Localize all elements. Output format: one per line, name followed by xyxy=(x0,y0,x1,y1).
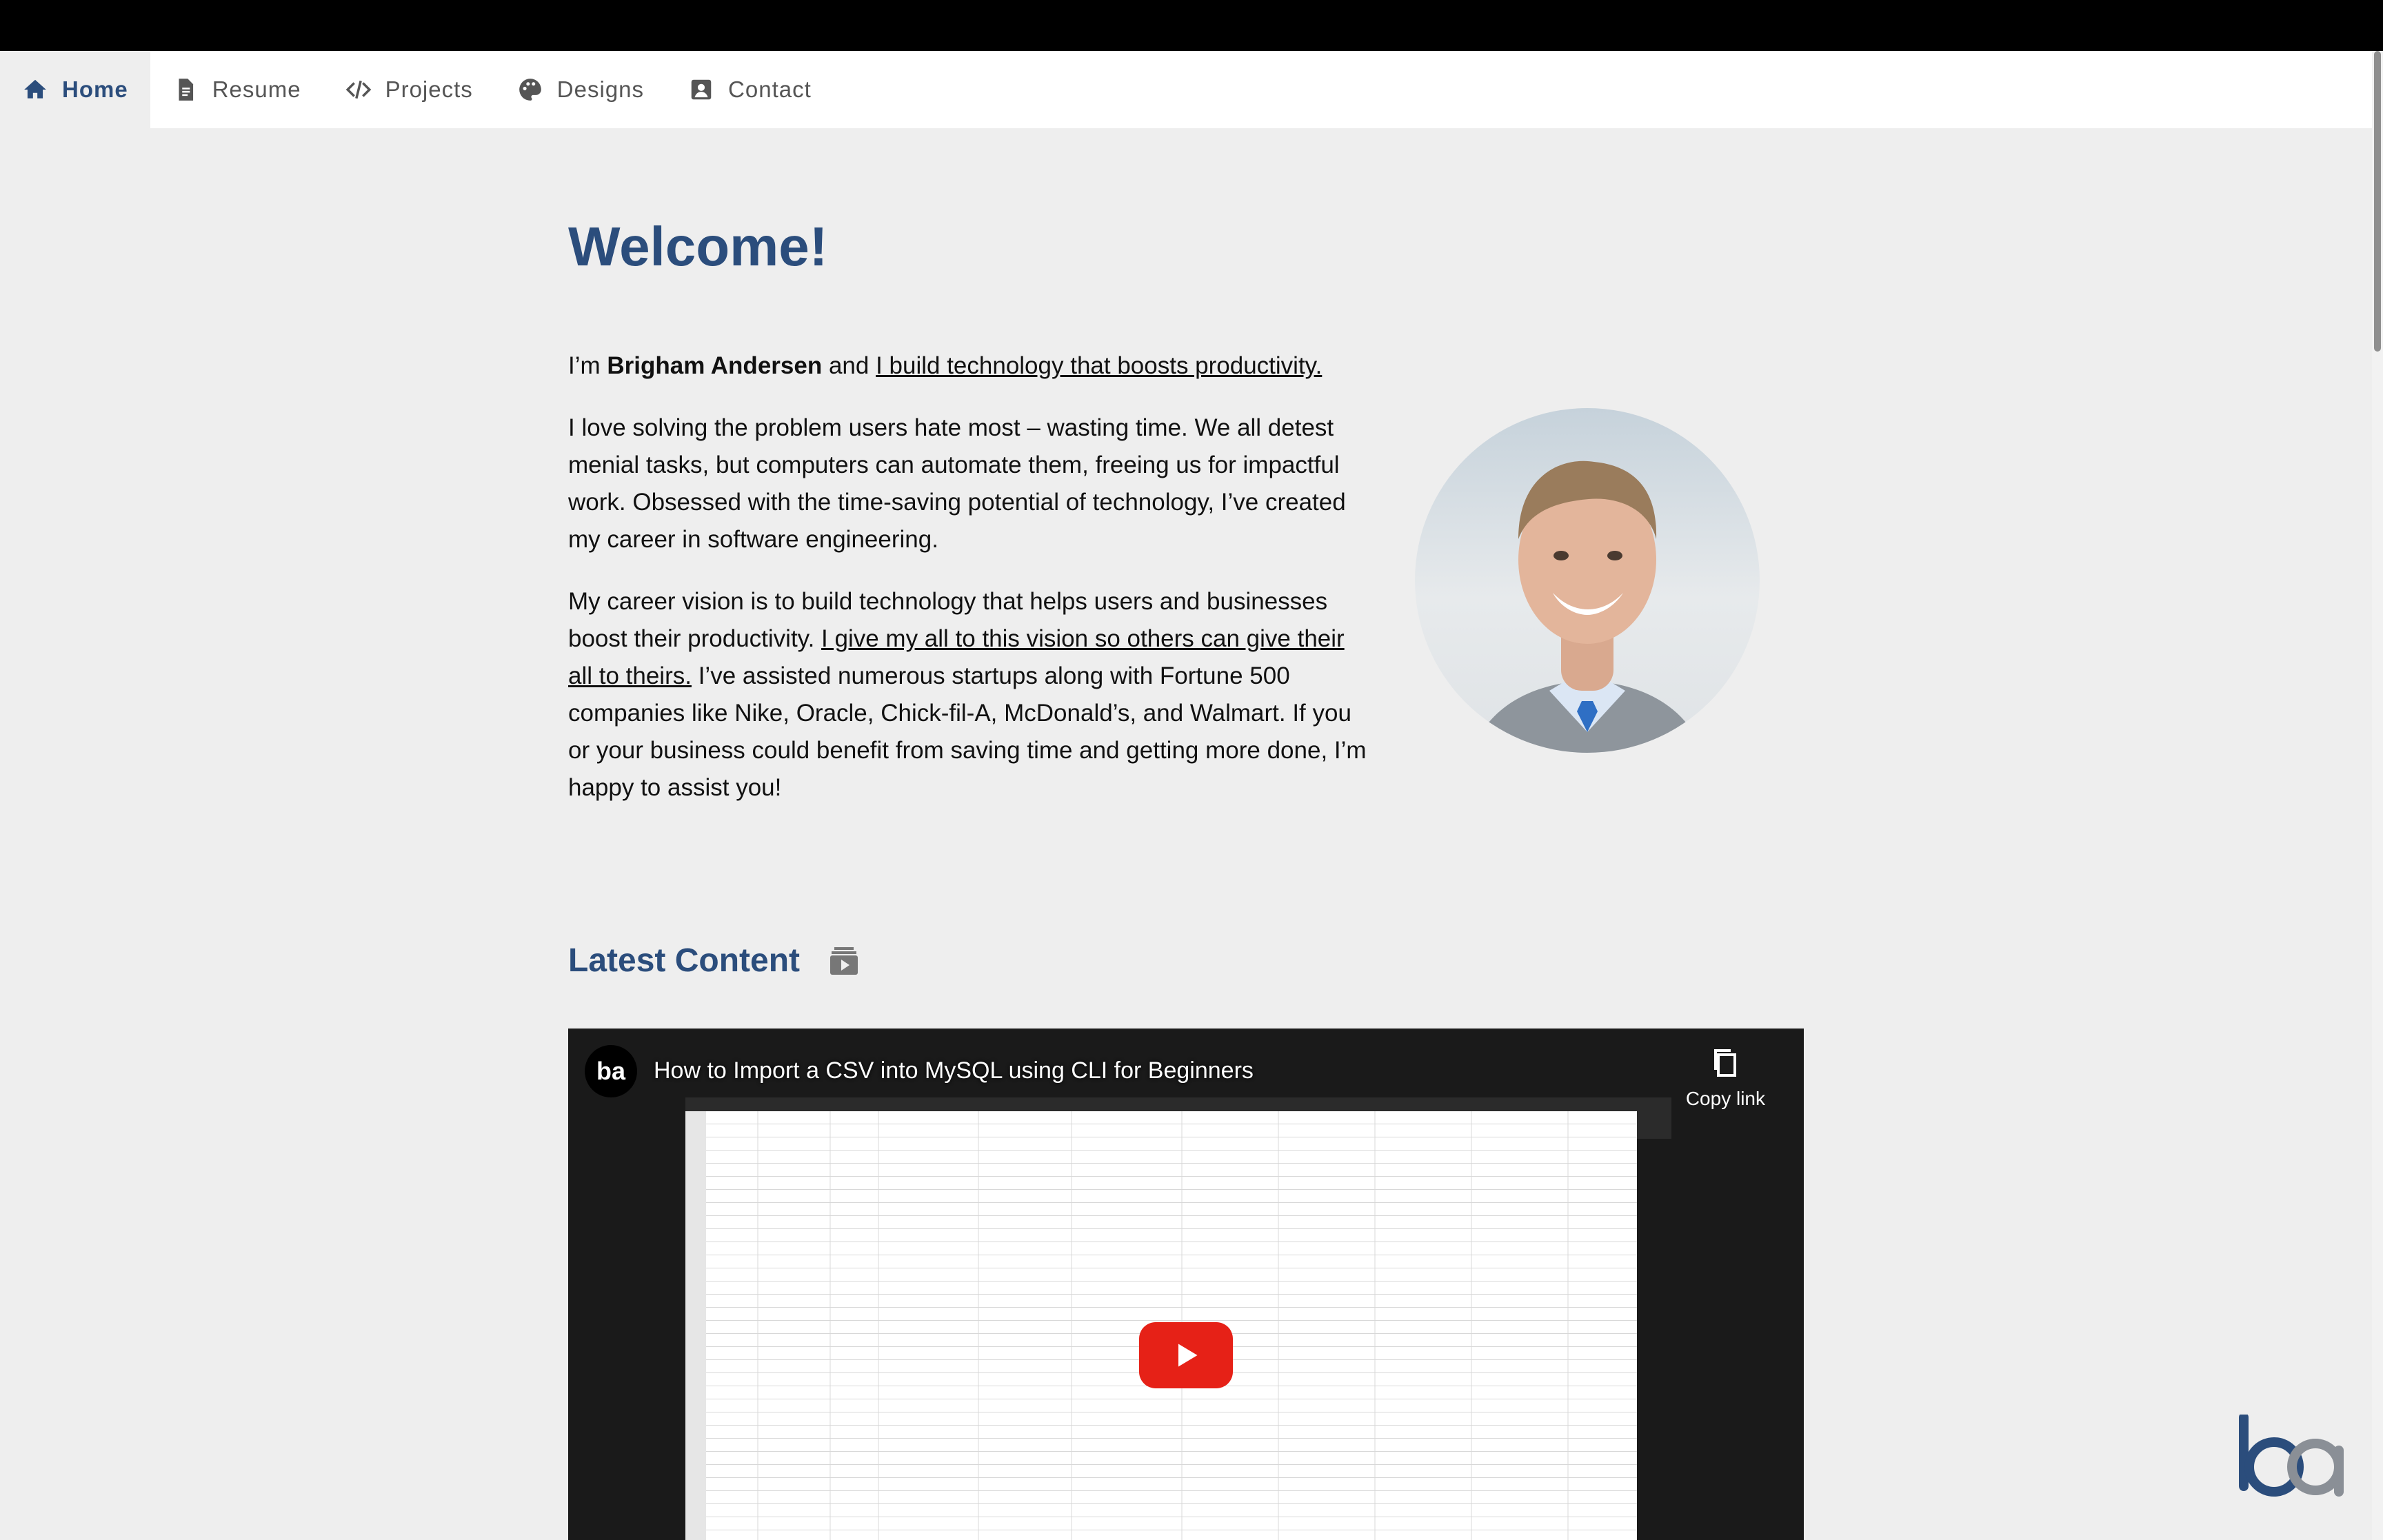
video-stack-icon[interactable] xyxy=(827,944,861,977)
main-navigation: Home Resume Projects Designs Contact xyxy=(0,51,2372,128)
latest-content-header: Latest Content xyxy=(568,942,861,980)
browser-top-bar xyxy=(0,0,2383,51)
contact-card-icon xyxy=(691,79,712,100)
nav-item-projects[interactable]: Projects xyxy=(323,51,495,128)
intro-paragraph-1: I love solving the problem users hate mo… xyxy=(568,414,1346,553)
code-icon xyxy=(345,80,371,99)
intro-paragraph-2: My career vision is to build technology … xyxy=(568,583,1375,807)
video-embed[interactable]: ba How to Import a CSV into MySQL using … xyxy=(568,1029,1804,1540)
author-name: Brigham Andersen xyxy=(607,352,823,379)
latest-content-title: Latest Content xyxy=(568,942,800,979)
page-title: Welcome! xyxy=(568,216,828,277)
nav-item-label: Contact xyxy=(728,77,812,102)
profile-photo xyxy=(1415,408,1760,753)
intro-and: and xyxy=(822,352,876,379)
video-title[interactable]: How to Import a CSV into MySQL using CLI… xyxy=(654,1057,1254,1084)
intro-line: I’m Brigham Andersen and I build technol… xyxy=(568,347,1375,385)
intro-text: I’m Brigham Andersen and I build technol… xyxy=(568,347,1375,831)
palette-icon xyxy=(519,79,541,101)
nav-item-home[interactable]: Home xyxy=(0,51,150,128)
channel-logo[interactable]: ba xyxy=(585,1045,637,1097)
channel-logo-text: ba xyxy=(596,1057,625,1085)
play-button[interactable] xyxy=(1139,1322,1233,1388)
copy-icon xyxy=(1714,1049,1737,1077)
scrollbar-thumb[interactable] xyxy=(2374,51,2381,352)
nav-item-label: Home xyxy=(62,77,128,102)
home-icon xyxy=(24,79,46,99)
site-logo[interactable] xyxy=(2231,1415,2347,1500)
nav-item-resume[interactable]: Resume xyxy=(150,51,323,128)
nav-item-label: Designs xyxy=(556,77,645,102)
document-icon xyxy=(179,79,193,101)
intro-prefix: I’m xyxy=(568,352,607,379)
productivity-link[interactable]: I build technology that boosts productiv… xyxy=(876,352,1322,379)
copy-link-label: Copy link xyxy=(1685,1088,1765,1109)
nav-item-contact[interactable]: Contact xyxy=(666,51,834,128)
nav-item-designs[interactable]: Designs xyxy=(495,51,666,128)
copy-link-button[interactable]: Copy link xyxy=(1686,1048,1765,1110)
nav-item-label: Resume xyxy=(212,77,301,102)
play-icon xyxy=(1178,1344,1198,1367)
nav-item-label: Projects xyxy=(385,77,473,102)
